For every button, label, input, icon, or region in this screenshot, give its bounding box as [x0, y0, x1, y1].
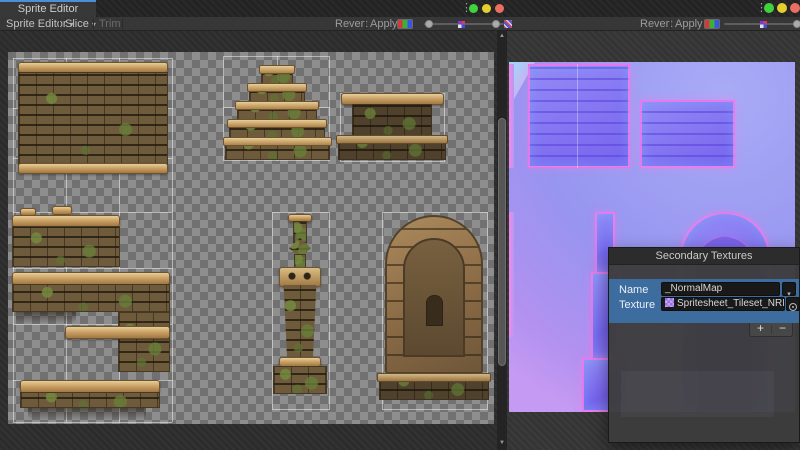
tile-art: [338, 135, 446, 160]
window-dot-red[interactable]: [495, 4, 504, 13]
slice-menu-label: Slice: [65, 18, 89, 30]
sprite-grid-line: [172, 58, 173, 422]
add-texture-button[interactable]: +: [750, 323, 771, 335]
tile-art: [426, 295, 443, 326]
window-dot-yellow[interactable]: [777, 3, 787, 13]
right-pane-window-controls: ⋮: [752, 0, 800, 17]
texture-object-field[interactable]: Spritesheet_Tileset_NRM: [661, 297, 785, 311]
zoom-slider-handle[interactable]: [492, 20, 500, 28]
object-picker-icon: [789, 303, 797, 311]
tile-art: [18, 163, 168, 174]
tile-art: [18, 72, 168, 165]
window-dot-yellow[interactable]: [482, 4, 491, 13]
normal-map-tile: [640, 100, 735, 168]
tile-art: [237, 101, 317, 120]
toolbar-separator: [122, 19, 123, 29]
tile-art: [28, 408, 146, 420]
tile-art: [273, 366, 327, 394]
preview-mip-slider: [724, 17, 800, 31]
scroll-down-arrow-icon[interactable]: ▼: [497, 438, 507, 449]
zoom-slider-handle[interactable]: [793, 20, 800, 28]
scroll-up-arrow-icon[interactable]: ▲: [497, 31, 507, 42]
tile-art: [20, 392, 160, 408]
secondary-textures-popup: Secondary Textures Name _NormalMap ▾ Tex…: [608, 247, 800, 443]
normal-map-tile: [509, 64, 514, 168]
tab-sprite-editor[interactable]: Sprite Editor: [0, 0, 96, 17]
sprite-grid-line: [13, 268, 172, 269]
normal-map-tile: [528, 64, 630, 168]
rgb-alpha-toggle-icon[interactable]: [704, 19, 720, 29]
tile-art: [12, 226, 120, 267]
remove-texture-button[interactable]: −: [772, 323, 793, 335]
preview-apply-button[interactable]: Apply: [670, 17, 708, 31]
popup-body-area: [621, 371, 774, 417]
tile-art: [261, 65, 293, 84]
sprite-editor-toolbar: Sprite Editor▾ Slice▾ Trim Revert Apply …: [0, 17, 800, 31]
texture-object-name: Spritesheet_Tileset_NRM: [677, 298, 785, 309]
zoom-mip-slider: [424, 17, 512, 31]
object-picker-button[interactable]: [786, 297, 800, 311]
rgb-alpha-toggle-icon[interactable]: [397, 19, 413, 29]
sprite-editor-pane: [0, 31, 507, 450]
scrollbar-thumb[interactable]: [498, 118, 506, 366]
texture-thumbnail: [665, 298, 674, 307]
mip-slider-handle[interactable]: [760, 21, 767, 28]
window-dot-green[interactable]: [764, 3, 774, 13]
tab-strip: Sprite Editor ⋮ ⋮: [0, 0, 800, 17]
tile-art: [283, 285, 317, 359]
sprite-canvas[interactable]: [8, 52, 494, 424]
name-dropdown[interactable]: _NormalMap: [661, 282, 780, 296]
trim-button[interactable]: Trim: [94, 17, 126, 31]
window-dot-red[interactable]: [790, 3, 800, 13]
name-label: Name: [619, 284, 648, 296]
tile-art: [65, 326, 170, 339]
window-dot-green[interactable]: [469, 4, 478, 13]
texture-label: Texture: [619, 299, 655, 311]
popup-title: Secondary Textures: [609, 248, 799, 265]
mip-slider-handle[interactable]: [458, 21, 465, 28]
sprite-grid-line: [13, 58, 172, 59]
sprite-editor-menu-label: Sprite Editor: [6, 18, 67, 30]
tile-art: [379, 373, 489, 400]
tile-art: [249, 83, 305, 102]
tile-art: [118, 312, 170, 372]
mip-stripes-icon: [504, 20, 512, 28]
list-footer-buttons: + −: [749, 323, 793, 337]
tile-art: [229, 119, 325, 139]
tile-art: [225, 137, 330, 160]
sprite-grid-line: [577, 64, 578, 168]
sprite-grid-line: [13, 422, 172, 423]
zoom-slider-handle[interactable]: [425, 20, 433, 28]
left-pane-window-controls: ⋮: [458, 0, 508, 17]
tile-art: [279, 267, 321, 287]
tile-art: [52, 206, 72, 215]
tile-art: [16, 312, 76, 324]
tile-art: [12, 284, 170, 312]
name-dropdown-button[interactable]: ▾: [782, 282, 796, 296]
tile-art: [352, 104, 432, 136]
sprite-grid-line: [13, 212, 172, 213]
normal-map-tile: [509, 212, 514, 337]
